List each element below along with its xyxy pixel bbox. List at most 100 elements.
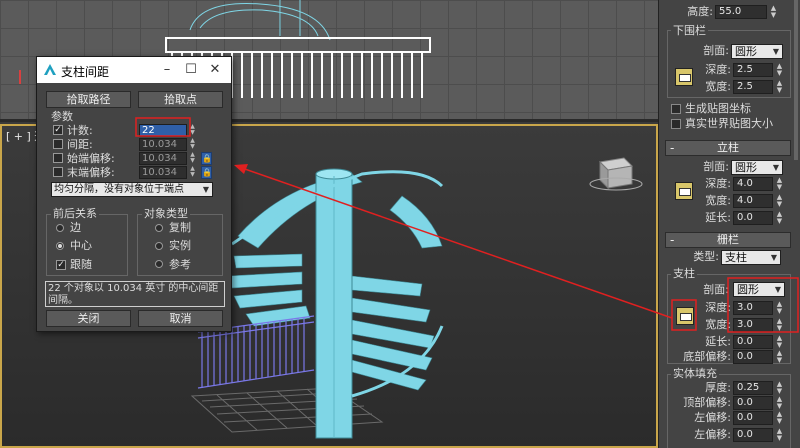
close-window-button[interactable]: ✕ <box>205 61 225 79</box>
bottom-offset-spinner[interactable]: ▲ ▼ <box>775 350 784 364</box>
height-spinner[interactable]: ▲ ▼ <box>769 5 778 19</box>
posts-picker-icon[interactable] <box>675 182 693 200</box>
top-offset-label: 顶部偏移: <box>683 396 731 409</box>
posts-profile-label: 剖面: <box>703 160 729 173</box>
start-lock-icon[interactable]: 🔒 <box>201 152 212 165</box>
lower-depth-spinner[interactable]: ▲ ▼ <box>775 63 784 77</box>
left-offset-input[interactable]: 0.0 <box>733 411 773 425</box>
start-offset-checkbox[interactable] <box>53 153 63 163</box>
gen-map-coords-label: 生成贴图坐标 <box>685 102 751 115</box>
posts-extension-label: 延长: <box>705 211 731 224</box>
posts-width-spinner[interactable]: ▲ ▼ <box>775 194 784 208</box>
lower-profile-value: 圆形 <box>735 45 757 58</box>
support-profile-dropdown[interactable]: 圆形 ▼ <box>733 282 785 297</box>
support-depth-spinner[interactable]: ▲ ▼ <box>775 301 784 315</box>
top-offset-input[interactable]: 0.0 <box>733 396 773 410</box>
maximize-button[interactable]: ☐ <box>181 61 201 79</box>
copy-radio[interactable] <box>155 224 163 232</box>
support-depth-input[interactable]: 3.0 <box>733 301 773 315</box>
real-world-map-label: 真实世界贴图大小 <box>685 117 773 130</box>
real-world-map-checkbox[interactable] <box>671 119 681 129</box>
cancel-button[interactable]: 取消 <box>138 310 223 327</box>
posts-rollout-title: 立柱 <box>717 141 739 154</box>
lower-depth-input[interactable]: 2.5 <box>733 63 773 77</box>
posts-rollout-header[interactable]: - 立柱 <box>665 140 791 156</box>
count-checkbox[interactable]: ✓ <box>53 125 63 135</box>
end-offset-label: 末端偏移: <box>67 166 115 179</box>
support-depth-label: 深度: <box>705 301 731 314</box>
edges-label: 边 <box>70 221 81 234</box>
support-width-input[interactable]: 3.0 <box>733 318 773 332</box>
posts-extension-spinner[interactable]: ▲ ▼ <box>775 211 784 225</box>
height-input[interactable]: 55.0 <box>715 5 767 19</box>
support-width-spinner[interactable]: ▲ ▼ <box>775 318 784 332</box>
end-offset-spinner[interactable]: ▲ ▼ <box>189 166 196 179</box>
end-lock-icon[interactable]: 🔒 <box>201 166 212 179</box>
posts-extension-input[interactable]: 0.0 <box>733 211 773 225</box>
dialog-titlebar[interactable]: 支柱间距 – ☐ ✕ <box>37 57 231 83</box>
spacing-tool-icon[interactable] <box>676 307 694 325</box>
instance-label: 实例 <box>169 239 191 252</box>
pick-path-button[interactable]: 拾取路径 <box>46 91 131 108</box>
chevron-down-icon: ▼ <box>774 285 781 294</box>
thickness-spinner[interactable]: ▲ ▼ <box>775 381 784 395</box>
thickness-input[interactable]: 0.25 <box>733 381 773 395</box>
support-extension-spinner[interactable]: ▲ ▼ <box>775 335 784 349</box>
close-button[interactable]: 关闭 <box>46 310 131 327</box>
panel-scrollbar[interactable] <box>794 0 798 160</box>
left-offset-input-2[interactable]: 0.0 <box>733 428 773 442</box>
minimize-button[interactable]: – <box>157 61 177 79</box>
lower-profile-label: 剖面: <box>703 44 729 57</box>
left-offset-label-2: 左偏移: <box>694 428 731 441</box>
instance-radio[interactable] <box>155 242 163 250</box>
lower-width-spinner[interactable]: ▲ ▼ <box>775 80 784 94</box>
end-offset-checkbox[interactable] <box>53 167 63 177</box>
distribution-dropdown[interactable]: 均匀分隔，没有对象位于端点 ▼ <box>51 182 213 197</box>
posts-depth-input[interactable]: 4.0 <box>733 177 773 191</box>
fencing-type-dropdown[interactable]: 支柱 ▼ <box>721 250 781 265</box>
lower-profile-dropdown[interactable]: 圆形 ▼ <box>731 44 783 59</box>
thickness-label: 厚度: <box>705 381 731 394</box>
lower-width-label: 宽度: <box>705 80 731 93</box>
follow-label: 跟随 <box>70 258 92 271</box>
left-offset-label: 左偏移: <box>694 411 731 424</box>
posts-width-input[interactable]: 4.0 <box>733 194 773 208</box>
spacing-input[interactable]: 10.034 <box>139 138 187 151</box>
chevron-down-icon: ▼ <box>772 163 779 172</box>
height-label: 高度: <box>687 5 713 18</box>
lower-rail-picker-icon[interactable] <box>675 68 693 86</box>
posts-depth-spinner[interactable]: ▲ ▼ <box>775 177 784 191</box>
posts-profile-dropdown[interactable]: 圆形 ▼ <box>731 160 783 175</box>
support-extension-label: 延长: <box>705 335 731 348</box>
spacing-spinner[interactable]: ▲ ▼ <box>189 138 196 151</box>
start-offset-spinner[interactable]: ▲ ▼ <box>189 152 196 165</box>
follow-checkbox[interactable]: ✓ <box>56 260 66 270</box>
reference-label: 参考 <box>169 258 191 271</box>
bottom-offset-label: 底部偏移: <box>683 350 731 363</box>
spacing-checkbox[interactable] <box>53 139 63 149</box>
fencing-type-label: 类型: <box>693 250 719 263</box>
distribution-value: 均匀分隔，没有对象位于端点 <box>54 184 184 195</box>
reference-radio[interactable] <box>155 260 163 268</box>
fencing-rollout-title: 栅栏 <box>717 233 739 246</box>
viewcube-icon <box>589 157 643 191</box>
count-input[interactable]: 22 <box>139 124 187 137</box>
lower-width-input[interactable]: 2.5 <box>733 80 773 94</box>
gen-map-coords-checkbox[interactable] <box>671 104 681 114</box>
support-extension-input[interactable]: 0.0 <box>733 335 773 349</box>
pick-points-button[interactable]: 拾取点 <box>138 91 223 108</box>
chevron-down-icon: ▼ <box>202 185 209 194</box>
left-offset-spinner[interactable]: ▲ ▼ <box>775 411 784 425</box>
chevron-down-icon: ▼ <box>772 47 779 56</box>
bottom-offset-input[interactable]: 0.0 <box>733 350 773 364</box>
spacing-tool-dialog: 支柱间距 – ☐ ✕ 拾取路径 拾取点 参数 ✓ 计数: 22 ▲ ▼ 间距: 1… <box>36 56 232 332</box>
start-offset-input[interactable]: 10.034 <box>139 152 187 165</box>
end-offset-input[interactable]: 10.034 <box>139 166 187 179</box>
fencing-rollout-header[interactable]: - 栅栏 <box>665 232 791 248</box>
count-spinner[interactable]: ▲ ▼ <box>189 124 196 137</box>
posts-width-label: 宽度: <box>705 194 731 207</box>
centers-radio[interactable] <box>56 242 64 250</box>
top-offset-spinner[interactable]: ▲ ▼ <box>775 396 784 410</box>
left-offset-spinner-2[interactable]: ▲ ▼ <box>775 428 784 442</box>
edges-radio[interactable] <box>56 224 64 232</box>
